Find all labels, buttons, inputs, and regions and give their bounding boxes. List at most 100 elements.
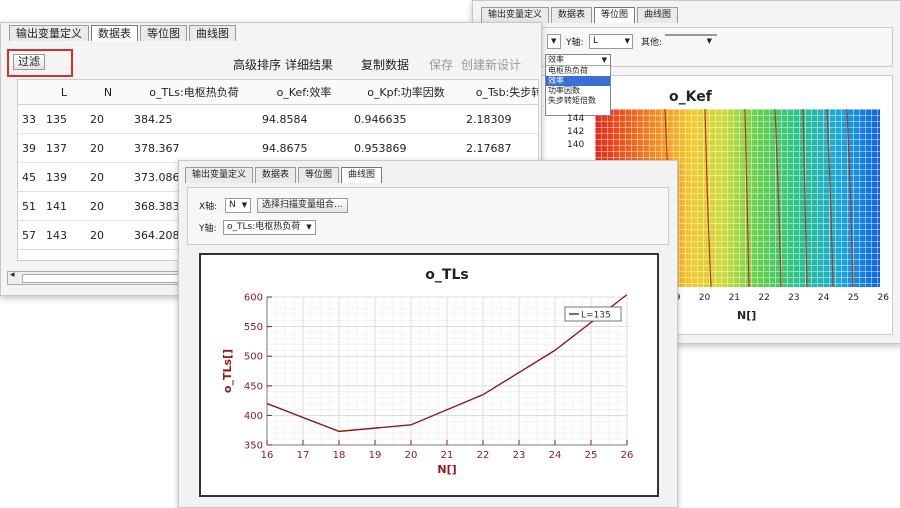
x-axis-combo[interactable]: ▼ xyxy=(547,34,561,49)
tab-data-table[interactable]: 数据表 xyxy=(91,25,138,41)
y-axis-combo[interactable]: L ▼ xyxy=(589,34,633,49)
column-header[interactable]: o_TLs:电枢热负荷 xyxy=(130,80,258,105)
table-cell[interactable]: 141 xyxy=(42,191,86,221)
contour-title: o_Kef xyxy=(669,89,712,105)
table-cell[interactable]: 378.367 xyxy=(130,133,258,163)
legend-label: L=135 xyxy=(581,311,611,321)
table-cell[interactable]: 94.8675 xyxy=(258,133,350,163)
table-cell[interactable]: 145 xyxy=(42,249,86,260)
save-button[interactable]: 保存 xyxy=(429,56,453,73)
table-cell[interactable]: 33 xyxy=(18,104,42,134)
dropdown-option[interactable]: 功率因数 xyxy=(546,86,610,96)
scrollbar-thumb[interactable] xyxy=(22,274,204,283)
table-cell[interactable]: 20 xyxy=(86,133,130,163)
table-cell[interactable]: 2.18309 xyxy=(462,104,538,134)
y-tick: 142 xyxy=(567,127,585,137)
y-tick-label: 400 xyxy=(244,411,263,422)
select-scan-vars-button[interactable]: 选择扫描变量组合... xyxy=(257,198,348,213)
dropdown-selected[interactable]: 效率 ▼ xyxy=(546,55,610,66)
x-tick: 20 xyxy=(698,293,711,303)
x-tick-label: 22 xyxy=(477,450,490,461)
x-tick: 26 xyxy=(877,293,889,303)
column-header[interactable]: N xyxy=(86,80,130,105)
curve-tabs: 输出变量定义 数据表 等位图 曲线图 xyxy=(185,167,384,183)
y-axis-label: Y轴: xyxy=(566,38,584,48)
dropdown-list[interactable]: 效率 ▼ 电枢热负荷 效率 功率因数 失步转矩倍数 xyxy=(545,54,611,116)
y-ticks: 144 142 140 xyxy=(567,113,584,152)
table-cell[interactable]: 20 xyxy=(86,191,130,221)
dropdown-option[interactable]: 失步转矩倍数 xyxy=(546,96,610,106)
column-header[interactable]: L xyxy=(42,80,86,105)
table-cell[interactable]: 384.25 xyxy=(130,104,258,134)
column-header[interactable]: o_Kef:效率 xyxy=(258,80,350,105)
x-axis-label: X轴: xyxy=(199,202,218,212)
table-cell[interactable]: 143 xyxy=(42,220,86,250)
column-header[interactable]: o_Kpf:功率因数 xyxy=(350,80,462,105)
advanced-sort-button[interactable]: 高级排序 xyxy=(233,56,281,73)
chevron-down-icon: ▼ xyxy=(551,37,557,45)
tab-contour[interactable]: 等位图 xyxy=(140,25,187,41)
table-tabs: 输出变量定义 数据表 等位图 曲线图 xyxy=(9,25,238,41)
tab-curve[interactable]: 曲线图 xyxy=(637,7,679,23)
scroll-left-icon[interactable]: ◂ xyxy=(10,270,15,280)
curve-chart: 16 17 18 19 20 21 22 23 24 25 26 350 400 450 500 550 600… xyxy=(221,267,633,476)
x-tick-label: 24 xyxy=(549,450,562,461)
chevron-down-icon: ▼ xyxy=(241,201,248,209)
table-cell[interactable]: 2.17687 xyxy=(462,133,538,163)
x-tick: 24 xyxy=(817,293,830,303)
y-tick-label: 550 xyxy=(244,322,263,333)
y-tick: 144 xyxy=(567,114,585,124)
x-tick-label: 16 xyxy=(261,450,274,461)
tab-output-vars[interactable]: 输出变量定义 xyxy=(9,25,89,41)
create-design-button[interactable]: 创建新设计 xyxy=(461,56,521,73)
table-cell[interactable]: 45 xyxy=(18,162,42,192)
tab-data-table[interactable]: 数据表 xyxy=(551,7,593,23)
table-cell[interactable]: 63 xyxy=(18,249,42,260)
x-axis-combo[interactable]: N ▼ xyxy=(225,198,252,213)
table-cell[interactable]: 135 xyxy=(42,104,86,134)
table-cell[interactable]: 0.953869 xyxy=(350,133,462,163)
table-cell[interactable]: 51 xyxy=(18,191,42,221)
y-axis-combo[interactable]: o_TLs:电枢热负荷 ▼ xyxy=(223,220,316,235)
tab-output-vars[interactable]: 输出变量定义 xyxy=(185,167,254,183)
table-cell[interactable]: 20 xyxy=(86,104,130,134)
filter-button[interactable]: 过滤 xyxy=(13,54,45,70)
table-cell[interactable]: 20 xyxy=(86,249,130,260)
column-header[interactable]: o_Tsb:失步转矩倍 xyxy=(462,80,538,105)
x-tick-label: 19 xyxy=(369,450,382,461)
other-combo[interactable]: ▼ xyxy=(665,34,717,45)
x-tick-label: 23 xyxy=(513,450,526,461)
table-cell[interactable]: 0.946635 xyxy=(350,104,462,134)
dropdown-option[interactable]: 电枢热负荷 xyxy=(546,66,610,76)
table-cell[interactable]: 39 xyxy=(18,133,42,163)
table-row[interactable]: 39 137 20 378.367 94.8675 0.953869 2.17687 xyxy=(18,133,538,163)
tab-curve[interactable]: 曲线图 xyxy=(341,167,383,183)
x-tick-label: 21 xyxy=(441,450,454,461)
table-cell[interactable]: 57 xyxy=(18,220,42,250)
table-cell[interactable]: 94.8584 xyxy=(258,104,350,134)
column-header[interactable] xyxy=(18,80,42,105)
tab-contour[interactable]: 等位图 xyxy=(594,7,636,23)
curve-window: 输出变量定义 数据表 等位图 曲线图 X轴: N ▼ 选择扫描变量组合... Y轴… xyxy=(178,160,678,508)
contour-tabs: 输出变量定义 数据表 等位图 曲线图 xyxy=(481,7,680,23)
curve-controls-panel xyxy=(187,187,669,245)
chart-title: o_TLs xyxy=(425,267,468,283)
table-cell[interactable]: 137 xyxy=(42,133,86,163)
y-tick-label: 450 xyxy=(244,381,263,392)
contour-xlabel: N[] xyxy=(737,309,757,322)
x-tick-label: 20 xyxy=(405,450,418,461)
y-tick-label: 500 xyxy=(244,352,263,363)
table-cell[interactable]: 139 xyxy=(42,162,86,192)
tab-output-vars[interactable]: 输出变量定义 xyxy=(481,7,550,23)
tab-data-table[interactable]: 数据表 xyxy=(255,167,297,183)
tab-curve[interactable]: 曲线图 xyxy=(189,25,236,41)
table-row[interactable]: 33 135 20 384.25 94.8584 0.946635 2.18309 xyxy=(18,104,538,134)
copy-data-button[interactable]: 复制数据 xyxy=(361,56,409,73)
x-ticks: 19 20 21 22 23 24 25 26 xyxy=(669,293,889,303)
dropdown-option[interactable]: 效率 xyxy=(546,76,610,86)
table-cell[interactable]: 20 xyxy=(86,162,130,192)
tab-contour[interactable]: 等位图 xyxy=(298,167,340,183)
detail-results-button[interactable]: 详细结果 xyxy=(285,56,333,73)
table-cell[interactable]: 20 xyxy=(86,220,130,250)
y-axis-title: o_TLs[] xyxy=(221,349,234,393)
